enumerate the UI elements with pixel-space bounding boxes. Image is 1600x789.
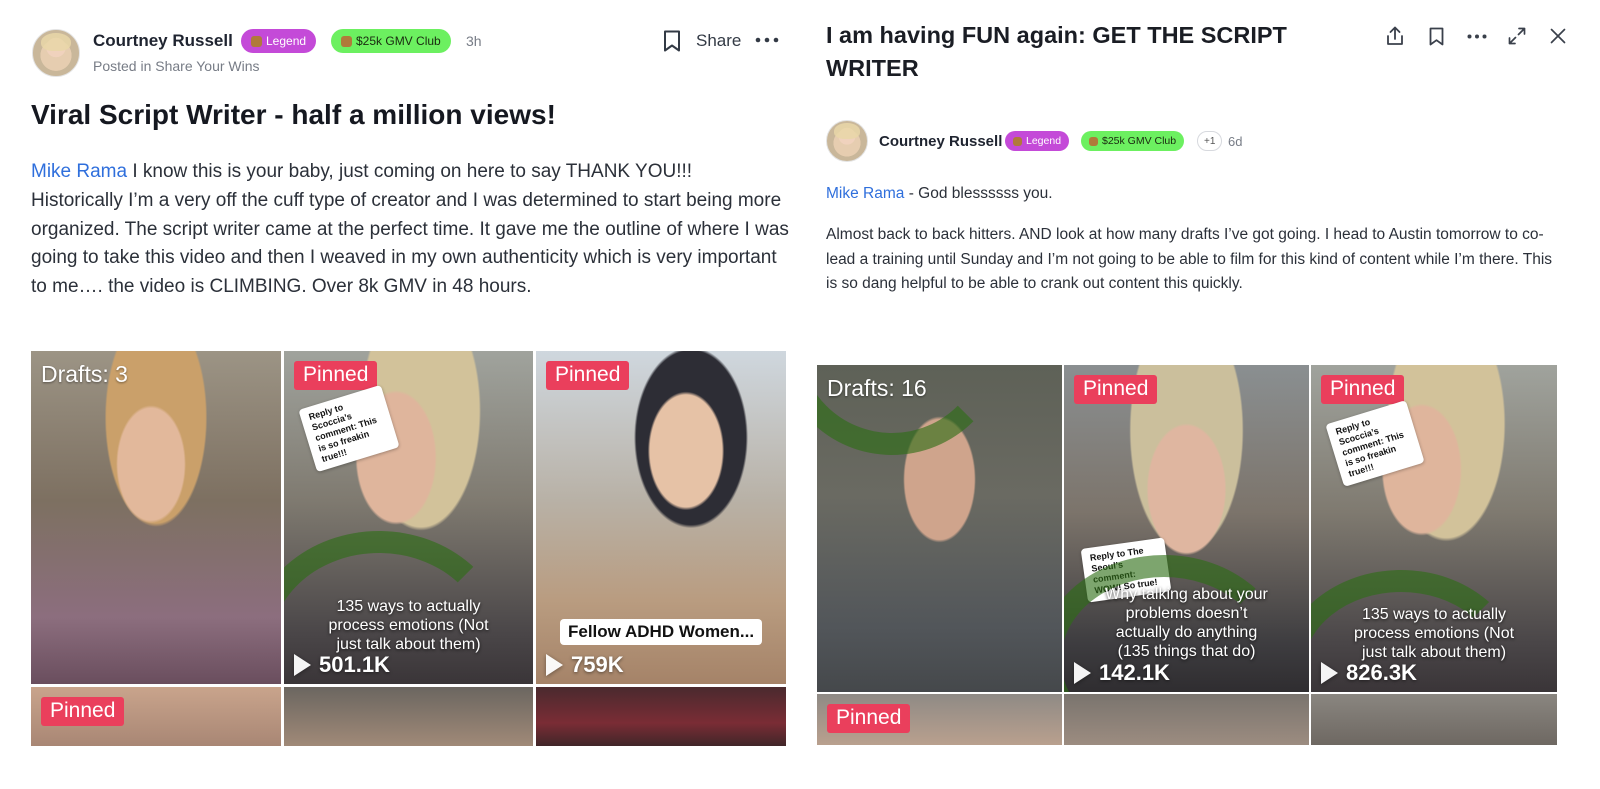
gmv-club-badge: $25k GMV Club [1081,131,1185,151]
view-count: 142.1K [1074,660,1170,686]
mention-link[interactable]: Mike Rama [31,161,127,182]
pinned-badge: Pinned [294,361,378,390]
video-tile[interactable]: Pinned [31,687,281,746]
bookmark-icon [1429,27,1443,45]
comment-reply-sticker: Reply to Scoccia’s comment: This is so f… [298,384,400,473]
legend-badge-icon [1013,136,1022,146]
bookmark-icon [664,30,680,52]
pinned-badge: Pinned [546,361,630,390]
more-badges-count[interactable]: +1 [1197,131,1223,151]
money-bag-icon [341,35,352,47]
expand-icon [1508,27,1526,45]
view-count: 501.1K [294,652,390,678]
expand-button[interactable] [1506,25,1528,47]
view-count: 826.3K [1321,660,1417,686]
video-caption: 135 ways to actually process emotions (N… [1353,606,1515,661]
video-grid: Drafts: 3 Pinned Reply to Scoccia’s comm… [31,351,786,746]
post-title: Viral Script Writer - half a million vie… [31,99,556,130]
video-tile[interactable]: Pinned Reply to Scoccia’s comment: This … [284,351,533,684]
legend-badge-icon [251,35,262,47]
view-count-value: 759K [571,652,624,677]
post-body: Mike Rama I know this is your baby, just… [31,158,789,302]
bookmark-button[interactable] [1426,25,1446,47]
video-caption: Why talking about your problems doesn’t … [1105,586,1268,660]
money-bag-icon [1089,136,1098,146]
share-icon [1387,26,1403,45]
video-tile[interactable]: Pinned [817,694,1062,745]
post-timestamp: 3h [466,33,482,49]
author-avatar[interactable] [826,120,868,162]
pinned-badge: Pinned [827,704,911,733]
author-name[interactable]: Courtney Russell [879,133,1002,150]
video-tile[interactable]: Drafts: 3 [31,351,281,684]
video-tile[interactable] [1311,694,1557,745]
video-caption: 135 ways to actually process emotions (N… [328,598,489,653]
gmv-club-badge-label: $25k GMV Club [1102,135,1177,147]
mention-link[interactable]: Mike Rama [826,185,904,202]
video-grid: Drafts: 16 Pinned Reply to The Seoul’s c… [817,355,1557,745]
video-tile[interactable]: Drafts: 16 [817,365,1062,692]
play-icon [1321,662,1338,684]
video-tile[interactable] [1064,694,1309,745]
legend-badge-label: Legend [266,34,307,48]
mention-line: Mike Rama - God blessssss you. [826,182,1566,207]
author-avatar[interactable] [32,29,80,77]
author-name[interactable]: Courtney Russell [93,31,233,51]
close-icon [1550,28,1566,44]
play-icon [294,654,311,676]
left-post-panel: Courtney Russell Legend $25k GMV Club 3h… [0,0,808,789]
video-tile[interactable]: Pinned Reply to The Seoul’s comment: WOW… [1064,365,1309,692]
posted-in-space[interactable]: Posted in Share Your Wins [93,58,260,74]
share-button[interactable] [1384,25,1406,47]
play-icon [1074,662,1091,684]
pinned-badge: Pinned [41,697,125,726]
video-tile[interactable] [536,687,786,746]
view-count-value: 826.3K [1346,660,1417,685]
more-options-button[interactable] [1465,31,1489,41]
post-timestamp: 6d [1228,134,1243,149]
video-caption-box: Fellow ADHD Women... [560,619,763,645]
comment-reply-sticker: Reply to Scoccia’s comment: This is so f… [1325,400,1425,487]
legend-badge: Legend [241,29,317,53]
play-icon [546,654,563,676]
gmv-club-badge-label: $25k GMV Club [356,34,441,48]
view-count: 759K [546,652,624,678]
pinned-badge: Pinned [1074,375,1158,404]
mention-line-text: - God blessssss you. [904,185,1053,202]
more-horizontal-icon [755,37,779,43]
more-horizontal-icon [1467,34,1487,38]
video-tile[interactable] [284,687,533,746]
video-tile[interactable]: Pinned Reply to Scoccia’s comment: This … [1311,365,1557,692]
view-count-value: 142.1K [1099,660,1170,685]
legend-badge: Legend [1005,131,1070,151]
post-title: I am having FUN again: GET THE SCRIPT WR… [826,22,1287,81]
post-body: Almost back to back hitters. AND look at… [826,226,1553,292]
legend-badge-label: Legend [1026,135,1062,147]
view-count-value: 501.1K [319,652,390,677]
bookmark-button[interactable] [660,28,684,54]
drafts-count: Drafts: 16 [827,375,927,401]
right-post-panel: I am having FUN again: GET THE SCRIPT WR… [812,0,1600,789]
share-button[interactable]: Share [696,31,741,51]
more-options-button[interactable] [754,30,780,50]
post-body-text: I know this is your baby, just coming on… [31,161,789,298]
gmv-club-badge: $25k GMV Club [331,29,451,53]
drafts-count: Drafts: 3 [41,361,128,387]
pinned-badge: Pinned [1321,375,1405,404]
close-button[interactable] [1547,25,1569,47]
video-tile[interactable]: Pinned Fellow ADHD Women... 759K [536,351,786,684]
